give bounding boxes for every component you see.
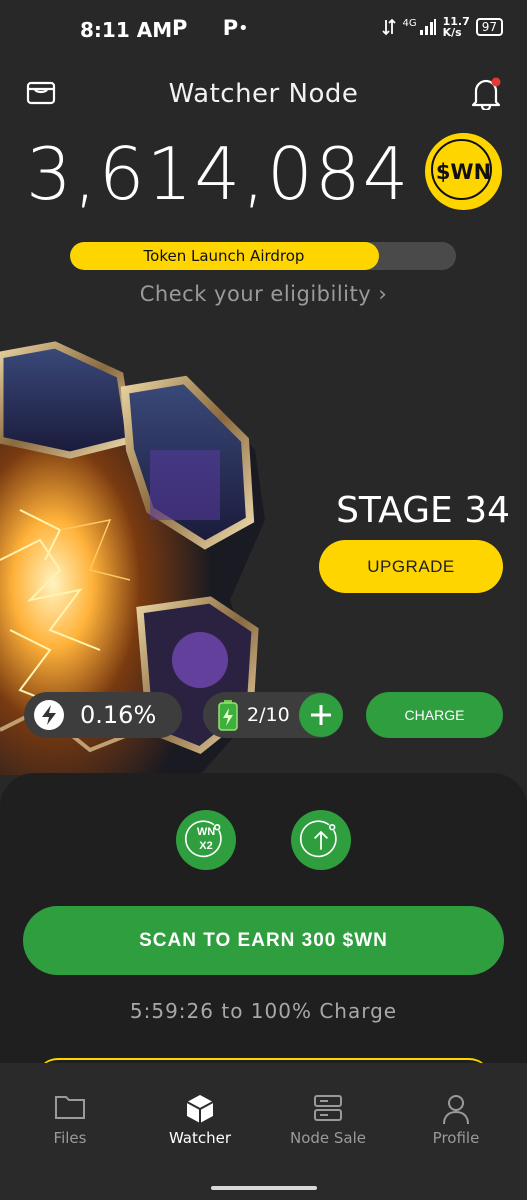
- nav-label-profile: Profile: [432, 1129, 480, 1147]
- signal-icon: [419, 19, 436, 35]
- nav-label-node-sale: Node Sale: [289, 1129, 367, 1147]
- data-arrows-icon: [382, 18, 397, 36]
- boost-button[interactable]: [291, 810, 351, 870]
- charge-button[interactable]: CHARGE: [366, 692, 503, 738]
- nav-item-profile[interactable]: Profile: [396, 1093, 516, 1147]
- page-title: Watcher Node: [168, 79, 359, 109]
- nav-item-node-sale[interactable]: Node Sale: [268, 1093, 388, 1147]
- wn-x2-booster-button[interactable]: WN X2: [176, 810, 236, 870]
- home-indicator[interactable]: [211, 1186, 317, 1190]
- earning-rate-value: 0.16%: [80, 701, 157, 729]
- nav-item-files[interactable]: Files: [10, 1093, 130, 1147]
- stage-label: STAGE 34: [336, 490, 510, 531]
- charges-pill: 2/10: [203, 692, 343, 738]
- notification-dot: [491, 77, 501, 87]
- x2-line2: X2: [199, 840, 213, 852]
- status-right-group: 4G 11.7 K/s 97: [382, 16, 503, 38]
- network-speed: 11.7 K/s: [443, 16, 470, 38]
- earning-rate-pill: 0.16%: [24, 692, 182, 738]
- charge-countdown: 5:59:26 to 100% Charge: [129, 999, 398, 1023]
- scan-to-earn-button[interactable]: SCAN TO EARN 300 $WN: [23, 906, 504, 975]
- airdrop-progress-label: Token Launch Airdrop: [143, 247, 305, 265]
- nav-label-files: Files: [53, 1129, 87, 1147]
- eligibility-link[interactable]: Check your eligibility ›: [0, 282, 527, 306]
- speed-unit: K/s: [442, 26, 462, 39]
- person-icon: [443, 1095, 469, 1125]
- battery-charge-icon: [218, 700, 238, 731]
- nav-item-watcher[interactable]: Watcher: [140, 1093, 260, 1147]
- wn-coin-icon: $WN: [425, 133, 502, 210]
- plus-icon: [311, 705, 331, 725]
- upgrade-button[interactable]: UPGRADE: [319, 540, 503, 593]
- folder-icon: [55, 1096, 85, 1119]
- cube-icon: [186, 1095, 214, 1123]
- x2-line1: WN: [196, 826, 216, 838]
- status-time: 8:11 AM: [80, 18, 173, 42]
- network-type: 4G: [402, 17, 417, 29]
- nav-label-watcher: Watcher: [168, 1129, 232, 1147]
- add-charge-button[interactable]: [299, 693, 343, 737]
- server-icon: [314, 1095, 342, 1121]
- charges-value: 2/10: [247, 704, 290, 726]
- battery-indicator: 97: [475, 18, 503, 36]
- status-dot: •: [238, 18, 249, 39]
- bell-icon[interactable]: [470, 76, 502, 110]
- balance-amount: 3,614,084: [26, 132, 411, 216]
- bottom-nav: Files Watcher Node Sale Profile: [0, 1063, 527, 1200]
- bolt-icon: [34, 700, 64, 730]
- coin-label: $WN: [435, 159, 492, 184]
- arrow-up-circle-icon: [299, 820, 337, 858]
